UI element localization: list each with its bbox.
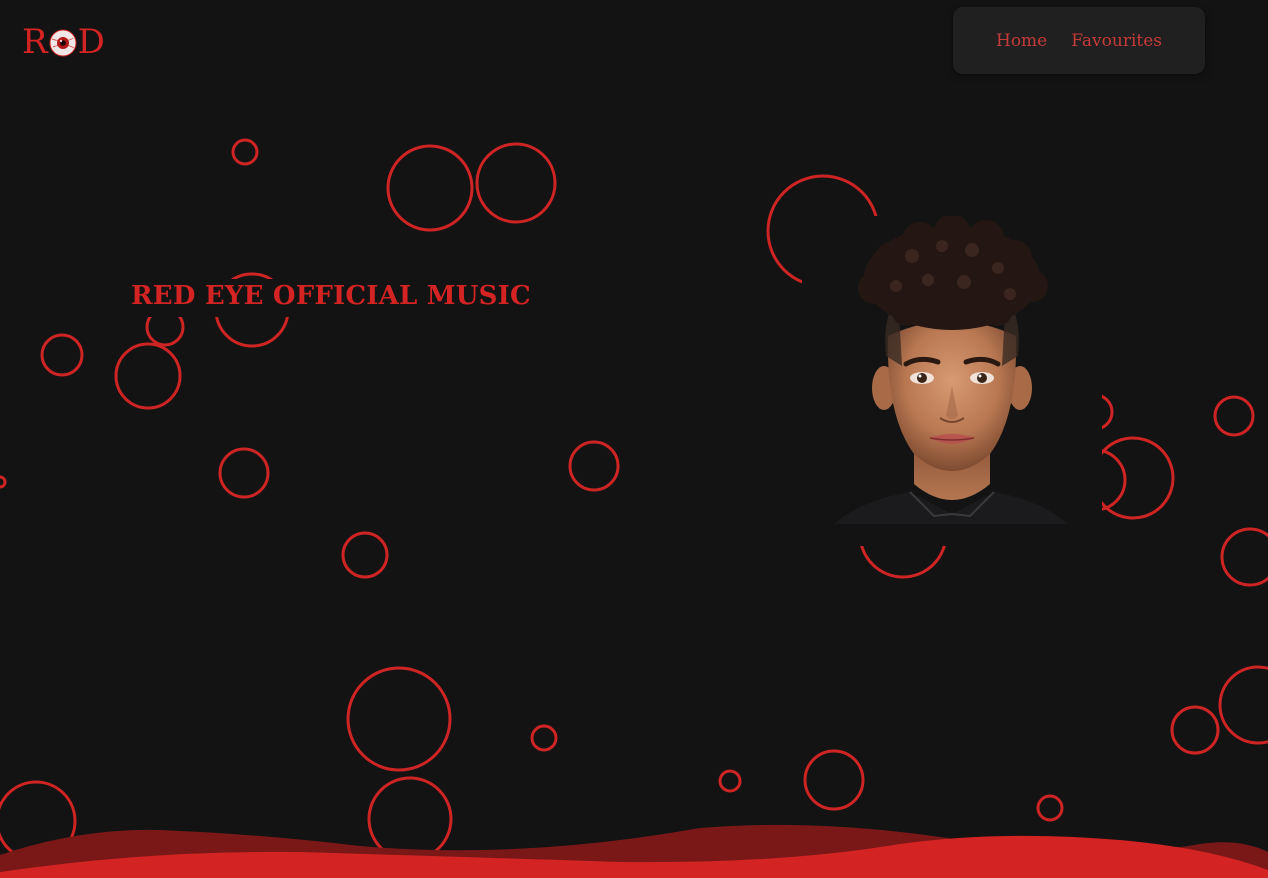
bubble — [718, 769, 742, 793]
bubble — [1091, 436, 1175, 520]
hero-title: RED EYE OFFICIAL MUSIC — [131, 279, 535, 317]
bubble — [1218, 665, 1268, 745]
bubble — [231, 138, 259, 166]
bubble — [386, 144, 474, 232]
artist-portrait — [802, 216, 1102, 546]
nav-link-favourites[interactable]: Favourites — [1071, 31, 1162, 51]
footer-waves — [0, 824, 1268, 878]
main-nav: Home Favourites — [953, 7, 1205, 74]
bubble — [1220, 527, 1268, 587]
bubble — [0, 475, 7, 489]
logo-letter-d: D — [77, 22, 105, 62]
eyeball-icon — [49, 26, 77, 57]
bubble — [568, 440, 620, 492]
page: R D Home Favourites RED EYE OFFICIAL MUS… — [0, 0, 1268, 878]
nav-link-home[interactable]: Home — [996, 31, 1047, 51]
bubble — [475, 142, 557, 224]
bubble — [341, 531, 389, 579]
bubble — [1213, 395, 1255, 437]
bubble — [114, 342, 182, 410]
bubble — [218, 447, 270, 499]
site-logo[interactable]: R D — [22, 22, 105, 62]
logo-letter-r: R — [22, 22, 48, 62]
bubble — [40, 333, 84, 377]
bubble — [1170, 705, 1220, 755]
bubble — [530, 724, 558, 752]
bubble — [346, 666, 452, 772]
